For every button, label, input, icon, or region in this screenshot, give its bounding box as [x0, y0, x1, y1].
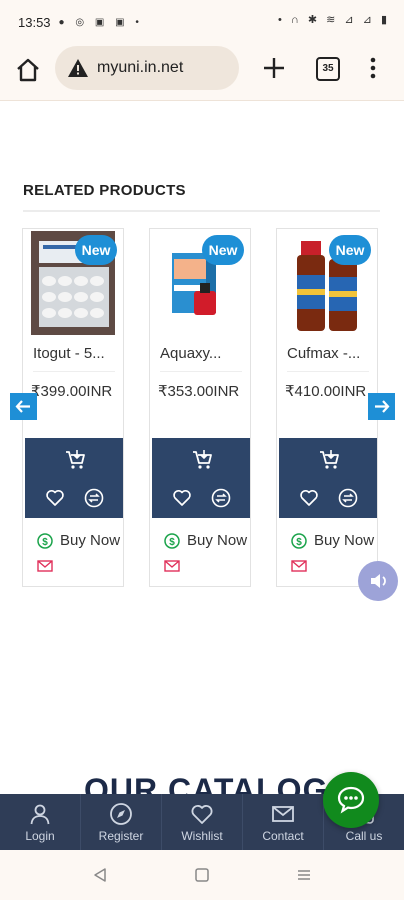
url-text[interactable]: myuni.in.net	[97, 59, 183, 77]
dollar-circle-icon: $	[37, 532, 53, 549]
compare-icon[interactable]	[338, 488, 358, 508]
product-card[interactable]: New Itogut - 5... ₹399.00INR $ Buy Now	[22, 228, 124, 587]
user-icon	[30, 804, 50, 825]
new-badge: New	[75, 235, 117, 265]
compare-icon[interactable]	[84, 488, 104, 508]
more-menu-icon[interactable]	[366, 56, 380, 80]
system-nav-bar	[0, 850, 404, 900]
product-card[interactable]: New Aquaxy... ₹353.00INR $ Buy Now	[149, 228, 251, 587]
section-title: RELATED PRODUCTS	[23, 182, 186, 199]
system-status-icons: • ∩ ✱ ≋ ⊿ ⊿ ▮	[277, 14, 390, 26]
product-name[interactable]: Itogut - 5...	[33, 345, 105, 362]
dollar-circle-icon: $	[291, 532, 307, 549]
buy-now-link[interactable]: $ Buy Now	[291, 532, 374, 549]
svg-text:$: $	[169, 537, 175, 548]
carousel-prev-button[interactable]	[10, 393, 37, 420]
wishlist-heart-icon[interactable]	[45, 488, 65, 508]
product-price: ₹353.00INR	[158, 383, 240, 400]
new-tab-icon[interactable]	[260, 54, 288, 82]
home-square-icon[interactable]	[194, 867, 210, 883]
audio-toggle-button[interactable]	[358, 561, 398, 601]
new-badge: New	[329, 235, 371, 265]
svg-text:$: $	[296, 537, 302, 548]
nav-wishlist[interactable]: Wishlist	[161, 794, 242, 850]
carousel-next-button[interactable]	[368, 393, 395, 420]
card-divider	[33, 371, 115, 372]
warning-icon[interactable]	[67, 58, 89, 78]
add-to-cart-icon[interactable]	[318, 448, 340, 470]
nav-wishlist-label: Wishlist	[181, 829, 223, 843]
chat-button[interactable]	[323, 772, 379, 828]
product-price: ₹399.00INR	[31, 383, 113, 400]
product-name[interactable]: Aquaxy...	[160, 345, 221, 362]
card-actions	[279, 438, 377, 518]
card-divider	[160, 371, 242, 372]
recents-icon[interactable]	[296, 867, 312, 883]
compass-icon	[110, 803, 132, 825]
card-actions	[25, 438, 123, 518]
speaker-icon	[371, 574, 386, 588]
add-to-cart-icon[interactable]	[64, 448, 86, 470]
arrow-right-icon	[375, 400, 390, 413]
email-icon[interactable]	[164, 560, 180, 572]
card-divider	[287, 371, 369, 372]
status-time: 13:53	[18, 14, 51, 30]
card-actions	[152, 438, 250, 518]
add-to-cart-icon[interactable]	[191, 448, 213, 470]
nav-login-label: Login	[25, 829, 55, 843]
buy-now-label[interactable]: Buy Now	[60, 532, 120, 549]
compare-icon[interactable]	[211, 488, 231, 508]
product-price: ₹410.00INR	[285, 383, 367, 400]
nav-login[interactable]: Login	[0, 794, 80, 850]
arrow-left-icon	[15, 400, 30, 413]
buy-now-link[interactable]: $ Buy Now	[164, 532, 247, 549]
product-card[interactable]: New Cufmax -... ₹410.00INR $ Buy Now	[276, 228, 378, 587]
mail-icon	[272, 806, 294, 822]
wishlist-heart-icon[interactable]	[299, 488, 319, 508]
notification-icons: ● ◎ ▣ ▣ •	[58, 16, 143, 28]
buy-now-label[interactable]: Buy Now	[187, 532, 247, 549]
nav-register-label: Register	[98, 829, 144, 843]
wishlist-heart-icon[interactable]	[172, 488, 192, 508]
svg-text:$: $	[42, 537, 48, 548]
nav-call-us-label: Call us	[345, 829, 383, 843]
back-icon[interactable]	[92, 867, 108, 883]
address-bar[interactable]: myuni.in.net	[55, 46, 239, 90]
status-bar: 13:53 ● ◎ ▣ ▣ • • ∩ ✱ ≋ ⊿ ⊿ ▮	[0, 0, 404, 44]
nav-contact-label: Contact	[262, 829, 304, 843]
section-divider	[23, 210, 380, 212]
nav-contact[interactable]: Contact	[242, 794, 323, 850]
chat-bubble-icon	[337, 786, 365, 814]
buy-now-label[interactable]: Buy Now	[314, 532, 374, 549]
product-name[interactable]: Cufmax -...	[287, 345, 360, 362]
browser-toolbar: myuni.in.net 35	[0, 44, 404, 101]
tab-switcher-button[interactable]: 35	[316, 57, 340, 81]
home-icon[interactable]	[14, 56, 42, 84]
heart-icon	[191, 805, 213, 824]
email-icon[interactable]	[291, 560, 307, 572]
nav-register[interactable]: Register	[80, 794, 161, 850]
new-badge: New	[202, 235, 244, 265]
dollar-circle-icon: $	[164, 532, 180, 549]
email-icon[interactable]	[37, 560, 53, 572]
buy-now-link[interactable]: $ Buy Now	[37, 532, 120, 549]
